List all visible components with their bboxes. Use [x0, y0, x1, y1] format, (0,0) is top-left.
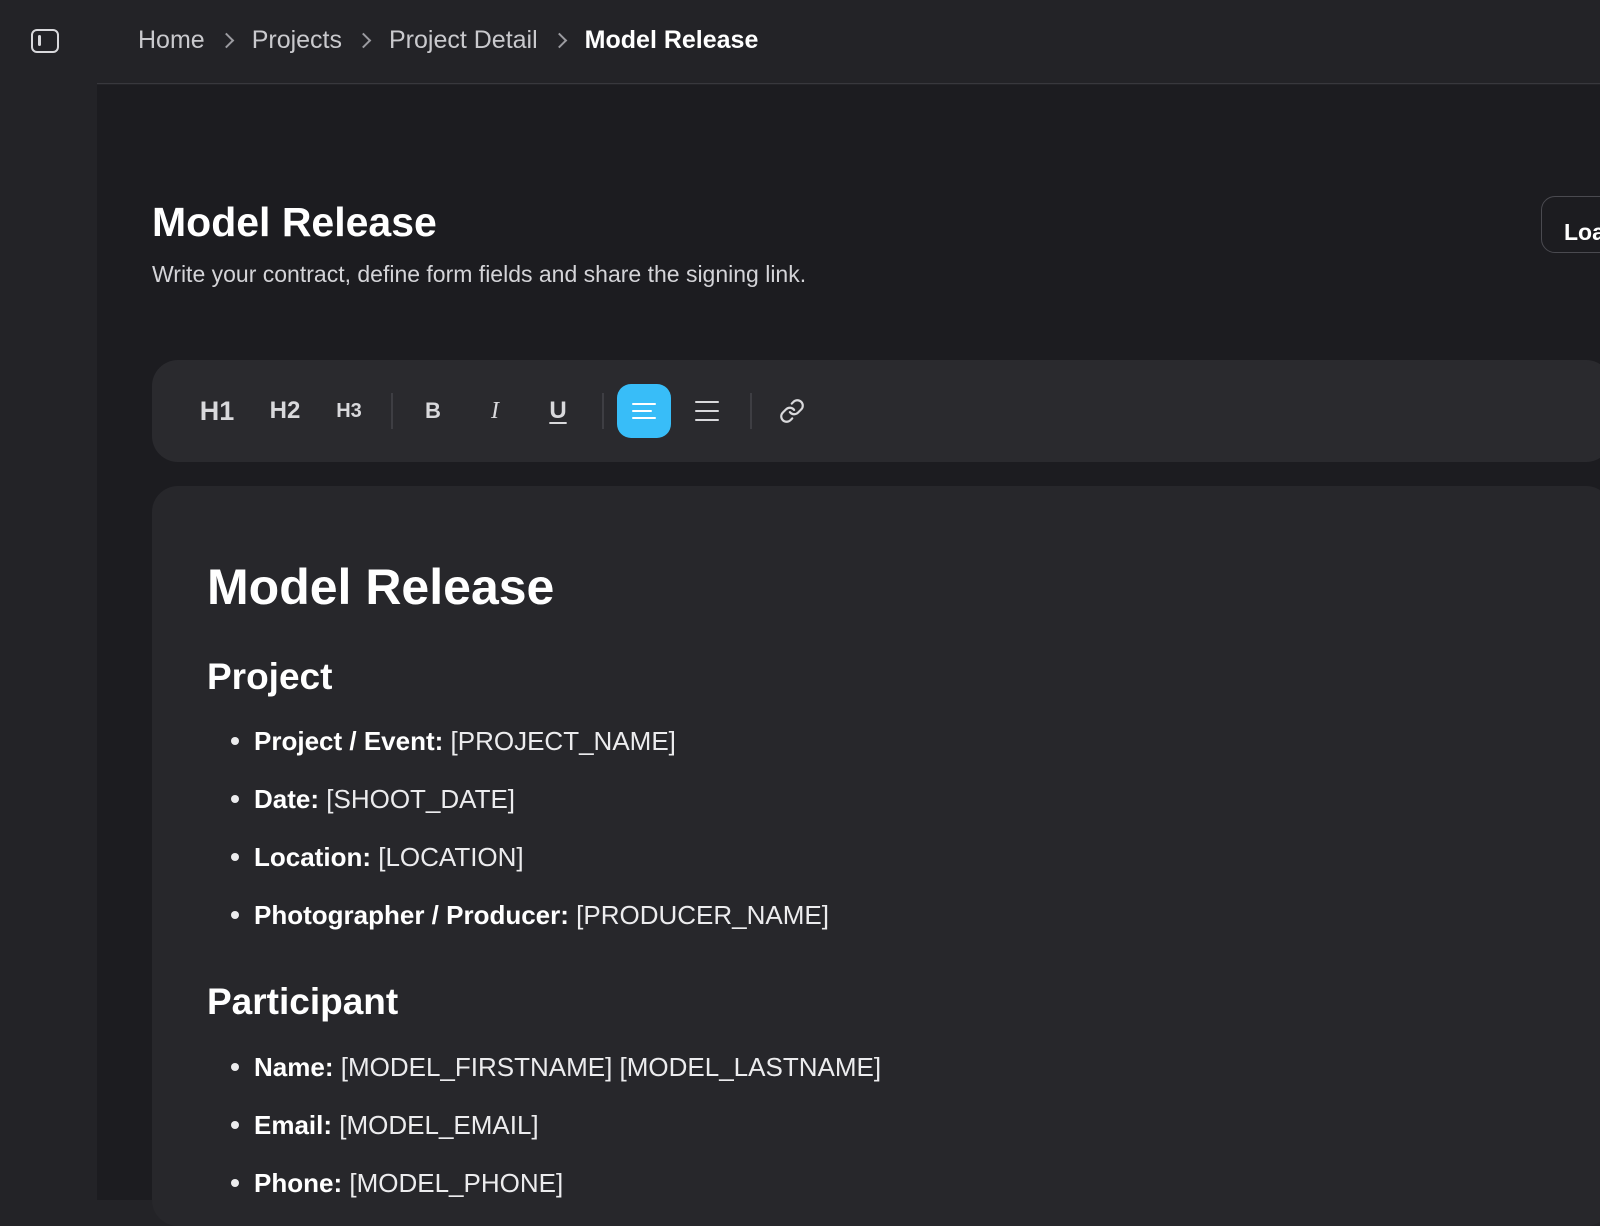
sidebar-toggle-icon[interactable]: [31, 29, 59, 53]
list-item: Project / Event: [PROJECT_NAME]: [231, 726, 676, 756]
page-subtitle: Write your contract, define form fields …: [152, 261, 807, 287]
link-button[interactable]: [765, 384, 819, 438]
main-content: Model Release Write your contract, defin…: [97, 85, 1600, 1226]
link-icon: [780, 399, 804, 423]
bold-button[interactable]: B: [408, 384, 458, 438]
breadcrumb-current: Model Release: [584, 26, 759, 54]
document-title: Model Release: [207, 559, 555, 615]
section-heading-participant: Participant: [207, 981, 399, 1022]
align-left-icon: [632, 401, 656, 421]
top-bar: Home Projects Project Detail Model Relea…: [97, 0, 1600, 84]
heading-2-button[interactable]: H2: [260, 384, 310, 438]
chevron-right-icon: [551, 32, 567, 49]
heading-3-button[interactable]: H3: [326, 384, 372, 438]
underline-button[interactable]: U: [533, 384, 583, 438]
breadcrumb: Home Projects Project Detail Model Relea…: [138, 26, 758, 55]
toolbar-divider: [391, 393, 393, 429]
list-item: Phone: [MODEL_PHONE]: [230, 1168, 564, 1198]
breadcrumb-home[interactable]: Home: [138, 26, 205, 55]
toolbar-divider: [602, 393, 604, 429]
breadcrumb-project-detail[interactable]: Project Detail: [389, 26, 538, 55]
toolbar-divider: [750, 393, 752, 429]
chevron-right-icon: [218, 32, 234, 49]
list-item: Location: [LOCATION]: [231, 842, 524, 872]
heading-1-button[interactable]: H1: [192, 384, 242, 438]
section-heading-project: Project: [207, 656, 333, 697]
breadcrumb-projects[interactable]: Projects: [252, 26, 342, 55]
load-button[interactable]: Loa: [1541, 196, 1600, 253]
chevron-right-icon: [355, 32, 372, 49]
align-justify-icon: [695, 401, 719, 422]
list-item: Email: [MODEL_EMAIL]: [231, 1110, 539, 1140]
align-justify-button[interactable]: [680, 384, 734, 438]
list-item: Photographer / Producer: [PRODUCER_NAME]: [231, 900, 829, 930]
list-item: Date: [SHOOT_DATE]: [230, 784, 516, 814]
italic-button[interactable]: I: [470, 384, 520, 438]
list-item: Name: [MODEL_FIRSTNAME] [MODEL_LASTNAME]: [230, 1052, 882, 1082]
document-editor[interactable]: Model Release Project Project / Event: […: [152, 486, 1600, 1226]
page-title: Model Release: [152, 199, 437, 245]
editor-toolbar: H1 H2 H3 B I U: [152, 360, 1600, 462]
align-left-button[interactable]: [617, 384, 671, 438]
left-rail: [0, 0, 97, 1200]
